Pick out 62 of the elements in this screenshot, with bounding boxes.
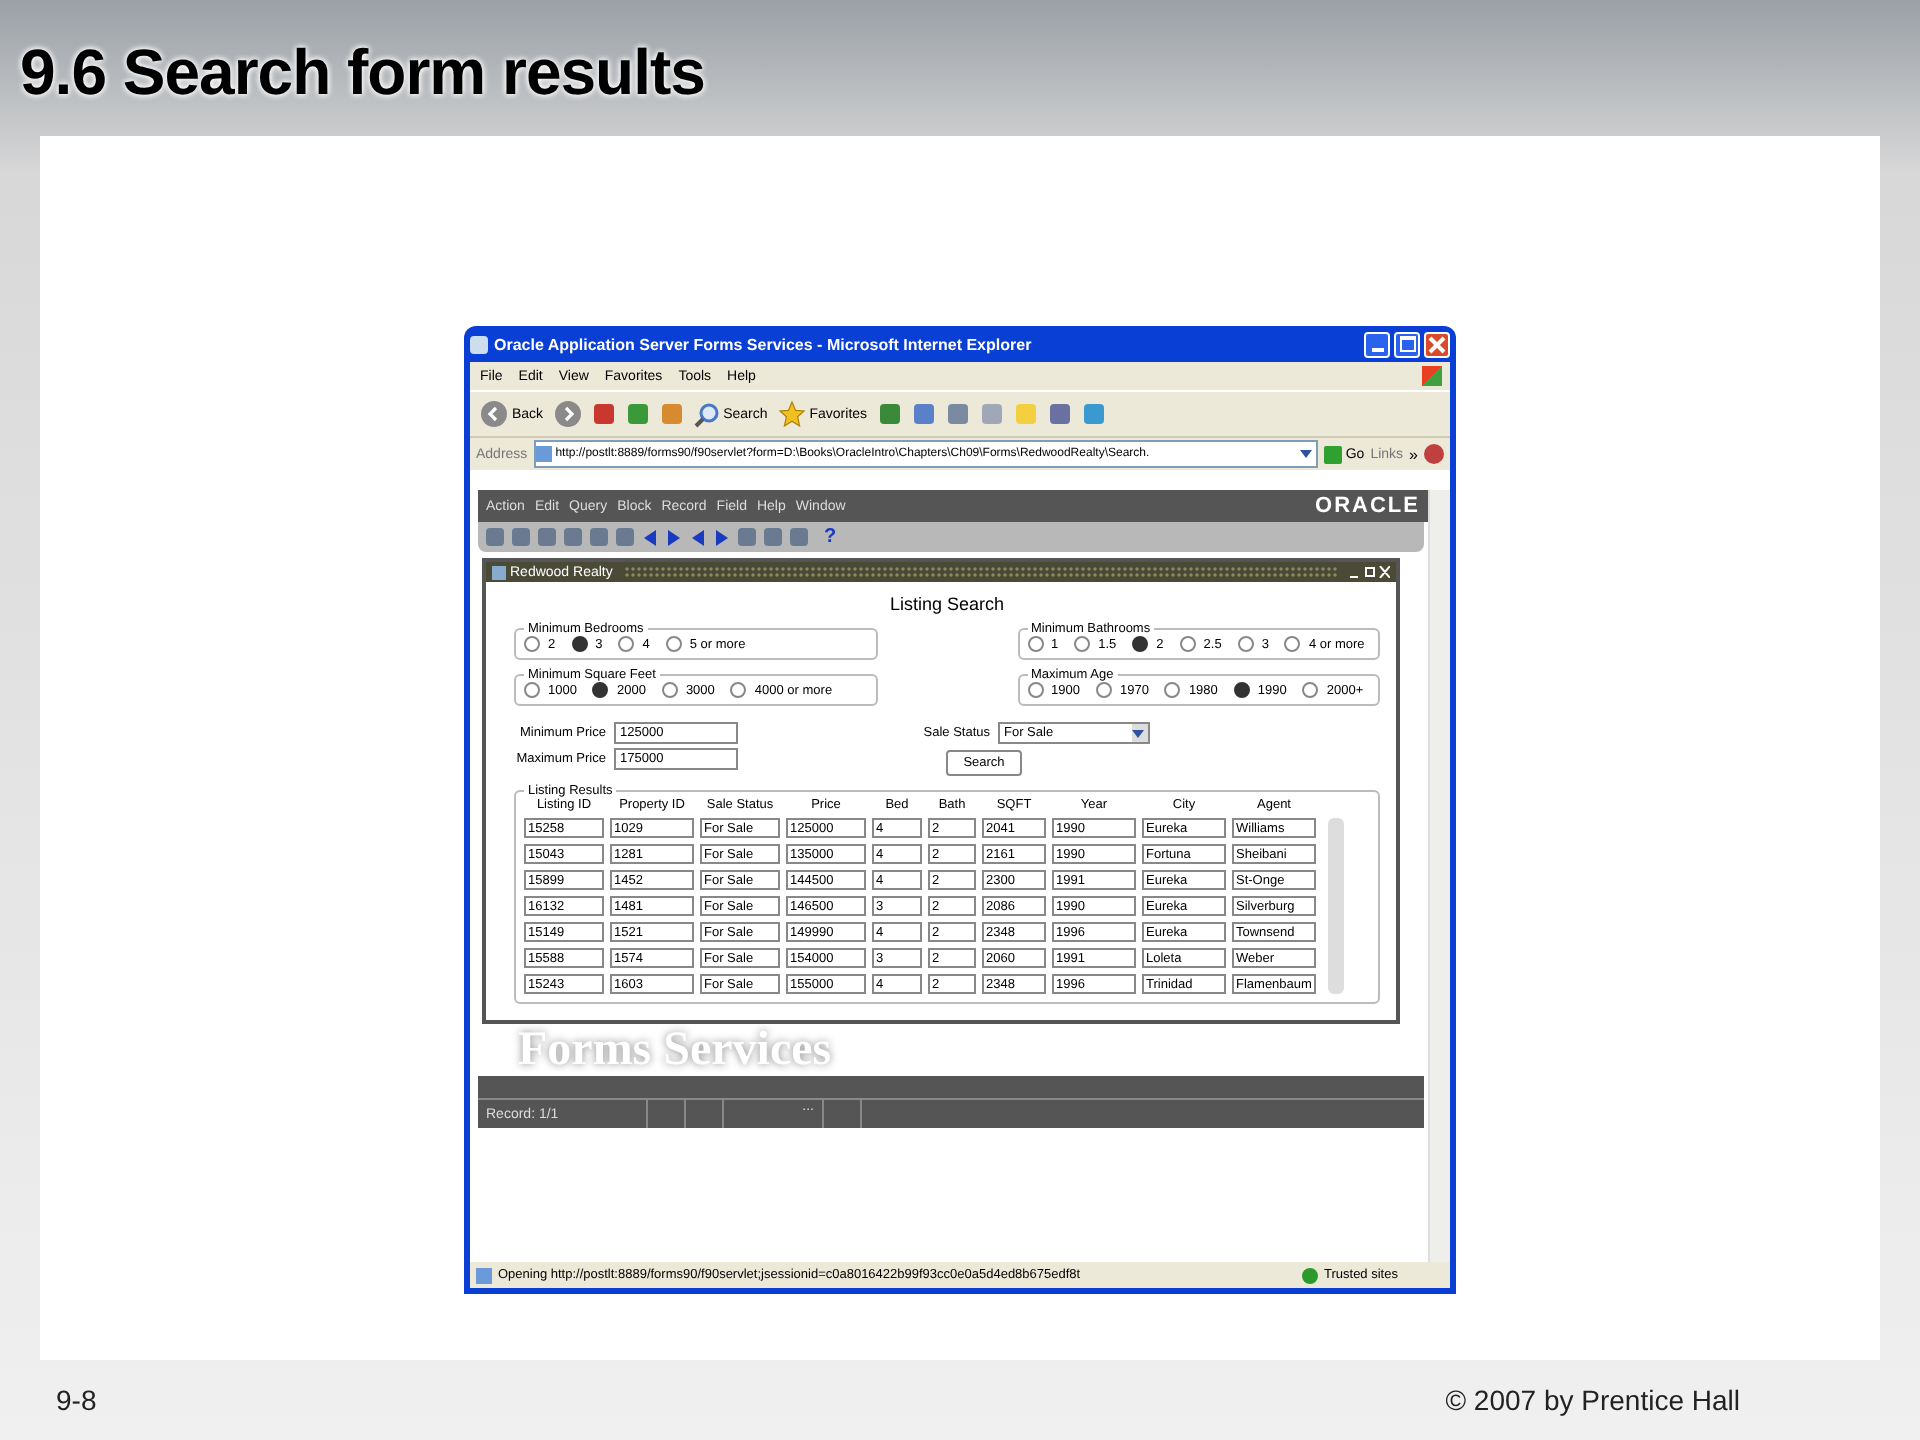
toolbar-button[interactable] bbox=[875, 402, 904, 426]
radio-button[interactable] bbox=[1095, 682, 1112, 698]
copyright-notice: © 2007 by Prentice Hall bbox=[1445, 1384, 1740, 1416]
toolbar-icon bbox=[911, 402, 936, 426]
toolbar-icon bbox=[591, 402, 616, 426]
toolbar-icon bbox=[877, 402, 902, 426]
toolbar-button[interactable] bbox=[977, 402, 1006, 426]
forward-icon bbox=[553, 400, 582, 428]
radio-button[interactable] bbox=[1237, 636, 1254, 652]
radio-button[interactable] bbox=[1074, 636, 1091, 652]
oracle-logo: ORACLE bbox=[1315, 494, 1420, 518]
toolbar-icon bbox=[1081, 402, 1106, 426]
toolbar-button[interactable] bbox=[623, 402, 652, 426]
radio-button[interactable] bbox=[1164, 682, 1181, 698]
radio-button[interactable] bbox=[524, 682, 540, 698]
toolbar-button[interactable] bbox=[551, 400, 584, 428]
scrollbar[interactable] bbox=[1428, 490, 1450, 1262]
window-title: Oracle Application Server Forms Services - Microsoft Internet Explorer bbox=[494, 335, 1034, 353]
radio-button[interactable] bbox=[1027, 636, 1043, 652]
radio-button[interactable] bbox=[1302, 682, 1319, 698]
form-icon bbox=[492, 565, 506, 579]
toolbar-icon bbox=[945, 402, 970, 426]
toolbar-button[interactable] bbox=[943, 402, 972, 426]
minimize-button[interactable] bbox=[1364, 331, 1390, 357]
radio-button[interactable] bbox=[618, 636, 635, 652]
radio-button[interactable] bbox=[1284, 636, 1301, 652]
slide-title: 9.6 Search form results bbox=[20, 36, 707, 110]
page-icon bbox=[476, 1267, 492, 1283]
radio-button[interactable] bbox=[1233, 682, 1250, 698]
toolbar-icon bbox=[659, 402, 684, 426]
toolbar-icon bbox=[1047, 402, 1072, 426]
toolbar-icon bbox=[625, 402, 650, 426]
radio-button[interactable] bbox=[1027, 682, 1043, 698]
help-button[interactable]: ? bbox=[824, 526, 837, 548]
maximize-button[interactable] bbox=[1394, 331, 1420, 357]
background-text: Forms Services bbox=[516, 1024, 835, 1076]
back-icon bbox=[480, 400, 508, 428]
radio-button[interactable] bbox=[571, 636, 588, 652]
toolbar-button[interactable] bbox=[1079, 402, 1108, 426]
form-heading: Listing Search bbox=[887, 594, 1007, 614]
star-icon bbox=[777, 400, 806, 428]
toolbar-button[interactable] bbox=[589, 402, 618, 426]
toolbar-button[interactable] bbox=[1045, 402, 1074, 426]
radio-button[interactable] bbox=[1179, 636, 1196, 652]
radio-button[interactable] bbox=[661, 682, 678, 698]
close-button[interactable] bbox=[1424, 331, 1450, 357]
radio-button[interactable] bbox=[730, 682, 747, 698]
scrollbar[interactable] bbox=[1328, 818, 1344, 994]
toolbar-icon bbox=[1013, 402, 1038, 426]
links-more-button[interactable]: » bbox=[1409, 445, 1418, 463]
radio-button[interactable] bbox=[1132, 636, 1149, 652]
search-icon bbox=[693, 401, 720, 427]
dropdown-arrow-icon bbox=[1299, 450, 1312, 458]
window-controls-icon[interactable] bbox=[1350, 566, 1390, 578]
radio-button[interactable] bbox=[524, 636, 540, 652]
toolbar-icon bbox=[979, 402, 1004, 426]
toolbar-button[interactable] bbox=[657, 402, 686, 426]
slide-number: 9-8 bbox=[56, 1384, 97, 1416]
toolbar-button[interactable] bbox=[909, 402, 938, 426]
radio-button[interactable] bbox=[592, 682, 609, 698]
radio-button[interactable] bbox=[665, 636, 682, 652]
page-icon bbox=[535, 446, 552, 462]
